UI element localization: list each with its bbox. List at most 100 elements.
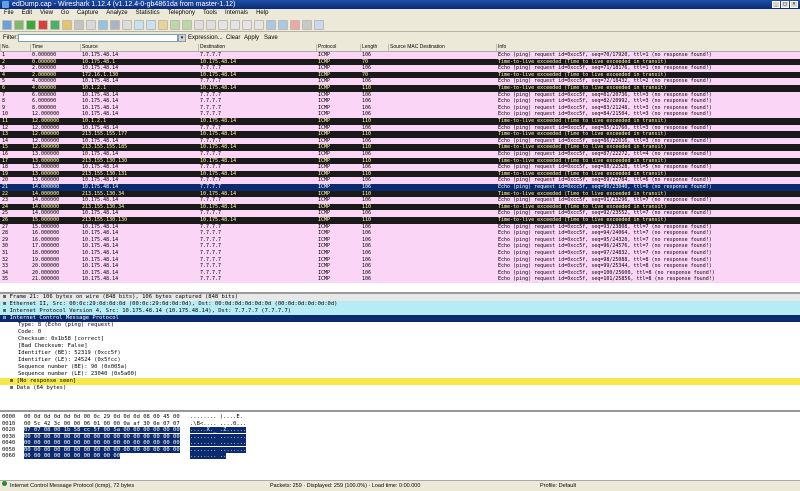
- help-icon[interactable]: [314, 19, 324, 30]
- col-info[interactable]: Info: [496, 44, 800, 51]
- go-back-icon[interactable]: [134, 19, 144, 30]
- packet-row[interactable]: 2 0.000000 10.175.48.1 10.175.48.14 ICMP 70 Ti…: [0, 58, 800, 66]
- packet-row[interactable]: 8 6.000000 10.175.48.14 7.7.7.7 ICMP 106 Echo …: [0, 98, 800, 105]
- detail-row[interactable]: ⊞ Frame 21: 106 bytes on wire (848 bits)…: [0, 294, 800, 301]
- packet-row[interactable]: 19 13.000000 213.155.130.131 10.175.48.14 IC…: [0, 170, 800, 178]
- coloring-rules-icon[interactable]: [290, 19, 300, 30]
- open-file-icon[interactable]: [62, 19, 72, 30]
- bytes-ascii[interactable]: .\B<.... ....0...: [190, 421, 246, 427]
- bytes-hex[interactable]: 00 00 00 00 00 00 00 00 00 00 00 00 00 0…: [24, 446, 180, 453]
- packet-row[interactable]: 35 21.000000 10.175.48.14 7.7.7.7 ICMP 106 Ech…: [0, 276, 800, 283]
- bytes-hex[interactable]: 00 0d 0d 0d 0d 0d 00 0c 29 0d 0d 0d 08 0…: [24, 414, 180, 420]
- menu-tools[interactable]: Tools: [199, 9, 221, 18]
- save-filter-button[interactable]: Save: [264, 35, 278, 41]
- packet-row[interactable]: 11 12.000000 10.1.2.1 10.175.48.14 ICMP 110 Ti…: [0, 118, 800, 125]
- start-capture-icon[interactable]: [26, 19, 36, 30]
- print-icon[interactable]: [110, 19, 120, 30]
- menu-edit[interactable]: Edit: [18, 9, 36, 18]
- bytes-hex[interactable]: 07 07 08 00 1b 58 cc 5f 00 5a 00 00 00 0…: [24, 427, 180, 433]
- packet-row[interactable]: 23 14.000000 10.175.48.14 7.7.7.7 ICMP 106 Ech…: [0, 197, 800, 204]
- bytes-hex[interactable]: 00 5c 42 3c 00 00 06 01 00 00 0a af 30 0…: [24, 421, 180, 427]
- detail-row[interactable]: ⊞ Internet Protocol Version 4, Src: 10.1…: [0, 308, 800, 315]
- go-forward-icon[interactable]: [146, 19, 156, 30]
- packet-row[interactable]: 10 12.000000 10.175.48.14 7.7.7.7 ICMP 106 Ech…: [0, 111, 800, 118]
- col-source[interactable]: Source: [80, 44, 198, 51]
- col-time[interactable]: Time: [30, 44, 80, 51]
- bytes-hex[interactable]: 00 00 00 00 00 00 00 00 00 00 00 00 00 0…: [24, 440, 180, 446]
- detail-row[interactable]: Identifier (BE): 52319 (0xcc5f): [0, 350, 800, 357]
- restart-capture-icon[interactable]: [50, 19, 60, 30]
- menu-file[interactable]: File: [0, 9, 18, 18]
- menu-capture[interactable]: Capture: [73, 9, 102, 18]
- zoom-out-icon[interactable]: [230, 19, 240, 30]
- packet-row[interactable]: 21 14.000000 10.175.48.14 7.7.7.7 ICMP 106 Ech…: [0, 184, 800, 191]
- detail-row[interactable]: Checksum: 0x1b58 [correct]: [0, 336, 800, 343]
- col-destination[interactable]: Destination: [198, 44, 316, 51]
- clear-button[interactable]: Clear: [226, 35, 240, 41]
- menu-telephony[interactable]: Telephony: [164, 9, 199, 18]
- packet-row[interactable]: 13 12.000000 213.155.155.177 10.175.48.14 IC…: [0, 131, 800, 138]
- bytes-ascii[interactable]: ........ ..: [190, 453, 227, 459]
- menu-help[interactable]: Help: [252, 9, 272, 18]
- packet-row[interactable]: 22 14.000000 213.155.130.34 10.175.48.14 ICM…: [0, 190, 800, 198]
- detail-row[interactable]: ⊞ Ethernet II, Src: 00:0c:29:0d:0d:0d (0…: [0, 301, 800, 308]
- detail-row[interactable]: ⊞ Data (64 bytes): [0, 385, 800, 392]
- packet-row[interactable]: 20 13.000000 10.175.48.14 7.7.7.7 ICMP 106 Ech…: [0, 177, 800, 184]
- go-to-packet-icon[interactable]: [158, 19, 168, 30]
- bytes-ascii[interactable]: .....X._ .Z......: [190, 427, 247, 433]
- bytes-ascii[interactable]: ........ )....E.: [190, 414, 243, 420]
- packet-row[interactable]: 12 12.000000 10.175.48.14 7.7.7.7 ICMP 106 Ech…: [0, 124, 800, 132]
- expert-info-icon[interactable]: [2, 481, 7, 486]
- packet-row[interactable]: 6 4.000000 10.1.2.1 10.175.48.14 ICMP 110 Time…: [0, 85, 800, 92]
- col-length[interactable]: Length: [360, 44, 388, 51]
- zoom-in-icon[interactable]: [218, 19, 228, 30]
- packet-row[interactable]: 33 20.000000 10.175.48.14 7.7.7.7 ICMP 106 Ech…: [0, 263, 800, 270]
- packet-row[interactable]: 32 19.000000 10.175.48.14 7.7.7.7 ICMP 106 Ech…: [0, 256, 800, 264]
- packet-row[interactable]: 7 6.000000 10.175.48.14 7.7.7.7 ICMP 106 Echo …: [0, 91, 800, 99]
- resize-columns-icon[interactable]: [254, 19, 264, 30]
- menu-internals[interactable]: Internals: [221, 9, 252, 18]
- packet-row[interactable]: 31 18.000000 10.175.48.14 7.7.7.7 ICMP 106 Ech…: [0, 250, 800, 257]
- col-protocol[interactable]: Protocol: [316, 44, 360, 51]
- maximize-button[interactable]: □: [781, 1, 789, 8]
- detail-row[interactable]: Type: 8 (Echo (ping) request): [0, 322, 800, 329]
- packet-row[interactable]: 15 12.000000 213.155.155.185 10.175.48.14 IC…: [0, 144, 800, 151]
- close-button[interactable]: ×: [790, 1, 798, 8]
- detail-row[interactable]: Sequence number (LE): 23040 (0x5a00): [0, 371, 800, 378]
- capture-filters-icon[interactable]: [266, 19, 276, 30]
- bytes-hex[interactable]: 00 00 00 00 00 00 00 00 00 00 00 00 00 0…: [24, 433, 180, 440]
- packet-row[interactable]: 30 17.000000 10.175.48.14 7.7.7.7 ICMP 106 Ech…: [0, 243, 800, 250]
- auto-scroll-icon[interactable]: [206, 19, 216, 30]
- packet-row[interactable]: 28 16.000000 10.175.48.14 7.7.7.7 ICMP 106 Ech…: [0, 230, 800, 237]
- apply-button[interactable]: Apply: [244, 35, 259, 41]
- colorize-icon[interactable]: [194, 19, 204, 30]
- options-icon[interactable]: [14, 19, 24, 30]
- menu-view[interactable]: View: [36, 9, 57, 18]
- packet-row[interactable]: 5 4.000000 10.175.48.14 7.7.7.7 ICMP 106 Echo …: [0, 78, 800, 85]
- find-packet-icon[interactable]: [122, 19, 132, 30]
- interfaces-icon[interactable]: [2, 19, 12, 30]
- packet-row[interactable]: 16 13.000000 10.175.48.14 7.7.7.7 ICMP 106 Ech…: [0, 151, 800, 158]
- last-packet-icon[interactable]: [182, 19, 192, 30]
- packet-row[interactable]: 27 15.000000 10.175.48.14 7.7.7.7 ICMP 106 Ech…: [0, 223, 800, 231]
- packet-row[interactable]: 18 13.000000 10.175.48.14 7.7.7.7 ICMP 106 Ech…: [0, 164, 800, 171]
- close-file-icon[interactable]: [86, 19, 96, 30]
- packet-row[interactable]: 29 16.000000 10.175.48.14 7.7.7.7 ICMP 106 Ech…: [0, 236, 800, 244]
- packet-row[interactable]: 1 0.000000 10.175.48.14 7.7.7.7 ICMP 106 Echo …: [0, 52, 800, 59]
- detail-row[interactable]: Code: 0: [0, 329, 800, 336]
- packet-row[interactable]: 3 2.000000 10.175.48.14 7.7.7.7 ICMP 106 Echo …: [0, 65, 800, 72]
- reload-icon[interactable]: [98, 19, 108, 30]
- packet-row[interactable]: 4 2.000000 172.16.1.130 10.175.48.14 ICMP 70 T…: [0, 71, 800, 79]
- packet-row[interactable]: 26 15.000000 213.155.130.130 10.175.48.14 IC…: [0, 217, 800, 224]
- first-packet-icon[interactable]: [170, 19, 180, 30]
- normal-size-icon[interactable]: [242, 19, 252, 30]
- bytes-ascii[interactable]: ........ ........: [190, 440, 247, 446]
- detail-row[interactable]: Identifier (LE): 24524 (0x5fcc): [0, 357, 800, 364]
- save-file-icon[interactable]: [74, 19, 84, 30]
- preferences-icon[interactable]: [302, 19, 312, 30]
- packet-row[interactable]: 14 12.000000 10.175.48.14 7.7.7.7 ICMP 106 Ech…: [0, 137, 800, 145]
- bytes-hex[interactable]: 00 00 00 00 00 00 00 00 00 00: [24, 453, 121, 459]
- detail-row[interactable]: [Bad Checksum: False]: [0, 343, 800, 350]
- menu-go[interactable]: Go: [57, 9, 73, 18]
- packet-row[interactable]: 34 20.000000 10.175.48.14 7.7.7.7 ICMP 106 Ech…: [0, 269, 800, 277]
